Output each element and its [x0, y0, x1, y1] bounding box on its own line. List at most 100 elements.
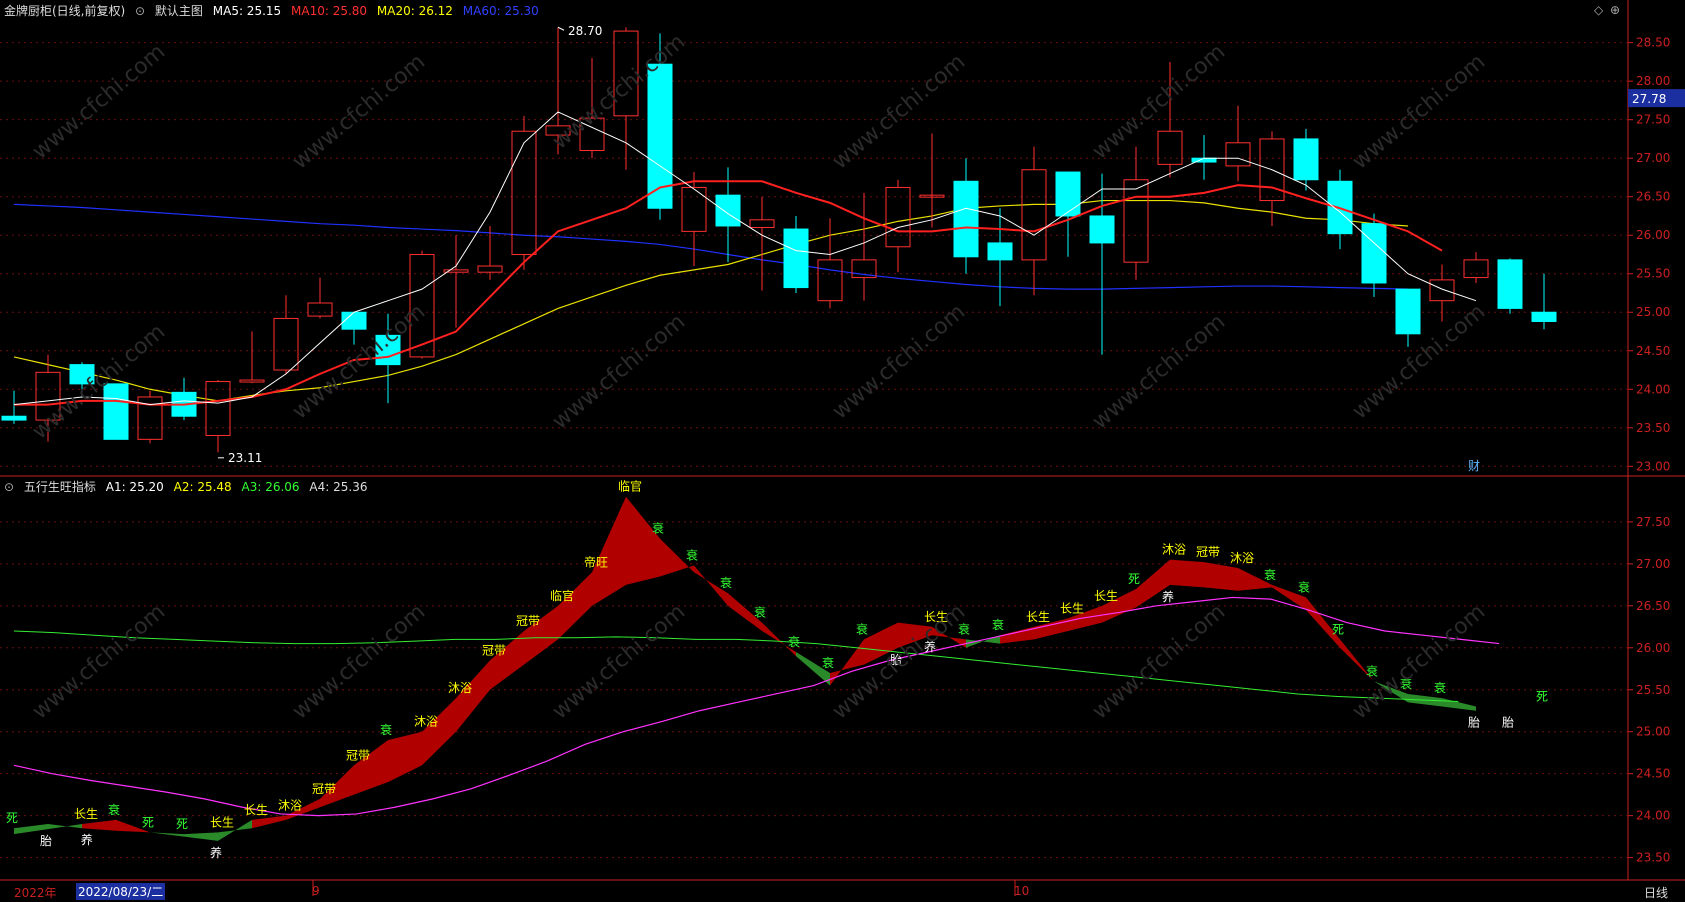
- indicator-title[interactable]: 五行生旺指标: [24, 480, 96, 494]
- year-label: 2022年: [14, 886, 57, 900]
- price-tick-label: 23.00: [1636, 459, 1670, 473]
- a2-label: A2: 25.48: [173, 480, 232, 494]
- phase-label: 衰: [1434, 680, 1446, 695]
- candle-body: [1293, 138, 1319, 181]
- price-tick-label: 27.00: [1636, 151, 1670, 165]
- phase-label: 衰: [822, 655, 834, 670]
- indicator-tick-label: 23.50: [1636, 851, 1670, 865]
- phase-label: 衰: [754, 605, 766, 620]
- phase-label: 长生: [1094, 589, 1118, 603]
- phase-label: 养: [1162, 589, 1174, 604]
- candle-body: [783, 228, 809, 289]
- phase-label: 沐浴: [414, 715, 438, 729]
- indicator-tick-label: 26.50: [1636, 599, 1670, 613]
- phase-label: 胎: [40, 834, 52, 848]
- price-tick-label: 28.00: [1636, 74, 1670, 88]
- phase-label: 冠带: [1196, 545, 1220, 559]
- candle-body: [1361, 223, 1387, 284]
- ma5-label: MA5: 25.15: [212, 4, 282, 18]
- phase-label: 长生: [1026, 610, 1050, 624]
- candle-body: [103, 383, 129, 440]
- period-label[interactable]: 日线: [1644, 884, 1668, 901]
- phase-label: 衰: [788, 634, 800, 649]
- phase-label: 衰: [992, 617, 1004, 632]
- phase-label: 养: [210, 845, 222, 860]
- phase-label: 临官: [618, 479, 642, 494]
- indicator-tick-label: 24.50: [1636, 767, 1670, 781]
- phase-label: 临官: [550, 588, 574, 603]
- price-tick-label: 24.00: [1636, 382, 1670, 396]
- price-tick-label: 25.00: [1636, 305, 1670, 319]
- template-label[interactable]: 默认主图: [155, 4, 203, 18]
- price-tick-label: 24.50: [1636, 344, 1670, 358]
- indicator-tick-label: 26.00: [1636, 641, 1670, 655]
- month-10-label: 10: [1014, 884, 1030, 898]
- a3-label: A3: 26.06: [241, 480, 300, 494]
- phase-label: 冠带: [516, 614, 540, 628]
- price-tick-label: 23.50: [1636, 421, 1670, 435]
- phase-label: 胎: [1502, 716, 1514, 730]
- phase-label: 衰: [652, 521, 664, 536]
- phase-label: 衰: [686, 548, 698, 563]
- indicator-header: ⊙ 五行生旺指标 A1: 25.20 A2: 25.48 A3: 26.06 A…: [4, 478, 373, 495]
- candle-body: [1055, 171, 1081, 217]
- indicator-tick-label: 24.00: [1636, 809, 1670, 823]
- diamond-icon[interactable]: ◇: [1594, 3, 1603, 17]
- expand-icon[interactable]: ⊕: [1610, 3, 1620, 17]
- phase-label: 胎: [1468, 716, 1480, 730]
- low-price-label: 23.11: [228, 451, 262, 465]
- phase-label: 死: [142, 815, 154, 829]
- phase-label: 衰: [1366, 663, 1378, 678]
- candle-body: [1, 415, 27, 421]
- price-tick-label: 26.00: [1636, 228, 1670, 242]
- indicator-tick-label: 27.00: [1636, 557, 1670, 571]
- indicator-dropdown-icon[interactable]: ⊙: [4, 480, 14, 494]
- phase-label: 长生: [1060, 601, 1084, 615]
- indicator-tick-label: 25.50: [1636, 683, 1670, 697]
- phase-label: 沐浴: [278, 799, 302, 813]
- phase-label: 衰: [108, 802, 120, 817]
- indicator-band-up: [1170, 559, 1204, 588]
- month-9-label: 9: [312, 884, 320, 898]
- phase-label: 长生: [244, 803, 268, 817]
- phase-label: 死: [1332, 622, 1344, 636]
- price-tick-label: 27.50: [1636, 113, 1670, 127]
- finance-marker: 财: [1468, 459, 1480, 473]
- candle: [103, 383, 129, 440]
- cursor-date: 2022/08/23/二: [76, 883, 166, 900]
- candle: [1497, 258, 1523, 314]
- indicator-tick-label: 25.00: [1636, 725, 1670, 739]
- phase-label: 冠带: [346, 748, 370, 762]
- phase-label: 冠带: [482, 643, 506, 657]
- candle-body: [1531, 311, 1557, 322]
- phase-label: 死: [1536, 690, 1548, 704]
- phase-label: 沐浴: [1162, 543, 1186, 557]
- current-price-label: 27.78: [1632, 92, 1666, 106]
- phase-label: 长生: [74, 807, 98, 821]
- ma10-label: MA10: 25.80: [291, 4, 368, 18]
- phase-label: 衰: [380, 722, 392, 737]
- candle-body: [1089, 215, 1115, 244]
- phase-label: 衰: [1264, 567, 1276, 582]
- high-price-label: 28.70: [568, 24, 602, 38]
- phase-label: 衰: [720, 575, 732, 590]
- phase-label: 沐浴: [448, 681, 472, 695]
- phase-label: 冠带: [312, 782, 336, 796]
- price-tick-label: 26.50: [1636, 190, 1670, 204]
- ma20-label: MA20: 26.12: [376, 4, 453, 18]
- indicator-tick-label: 27.50: [1636, 515, 1670, 529]
- candle-body: [953, 180, 979, 258]
- candle-body: [715, 194, 741, 227]
- phase-label: 养: [81, 832, 93, 847]
- candle-body: [1395, 288, 1421, 335]
- ma60-label: MA60: 25.30: [462, 4, 539, 18]
- phase-label: 长生: [210, 815, 234, 829]
- phase-label: 帝旺: [584, 554, 608, 569]
- a1-label: A1: 25.20: [105, 480, 164, 494]
- phase-label: 衰: [856, 621, 868, 636]
- candle-body: [341, 311, 367, 330]
- dropdown-icon[interactable]: ⊙: [135, 4, 145, 18]
- stock-title[interactable]: 金牌厨柜(日线,前复权): [4, 4, 125, 18]
- kline-chart[interactable]: 28.50 28.00 27.50 27.00 26.50 26.00 25.50 25.00…: [0, 0, 1685, 902]
- phase-label: 死: [6, 811, 18, 825]
